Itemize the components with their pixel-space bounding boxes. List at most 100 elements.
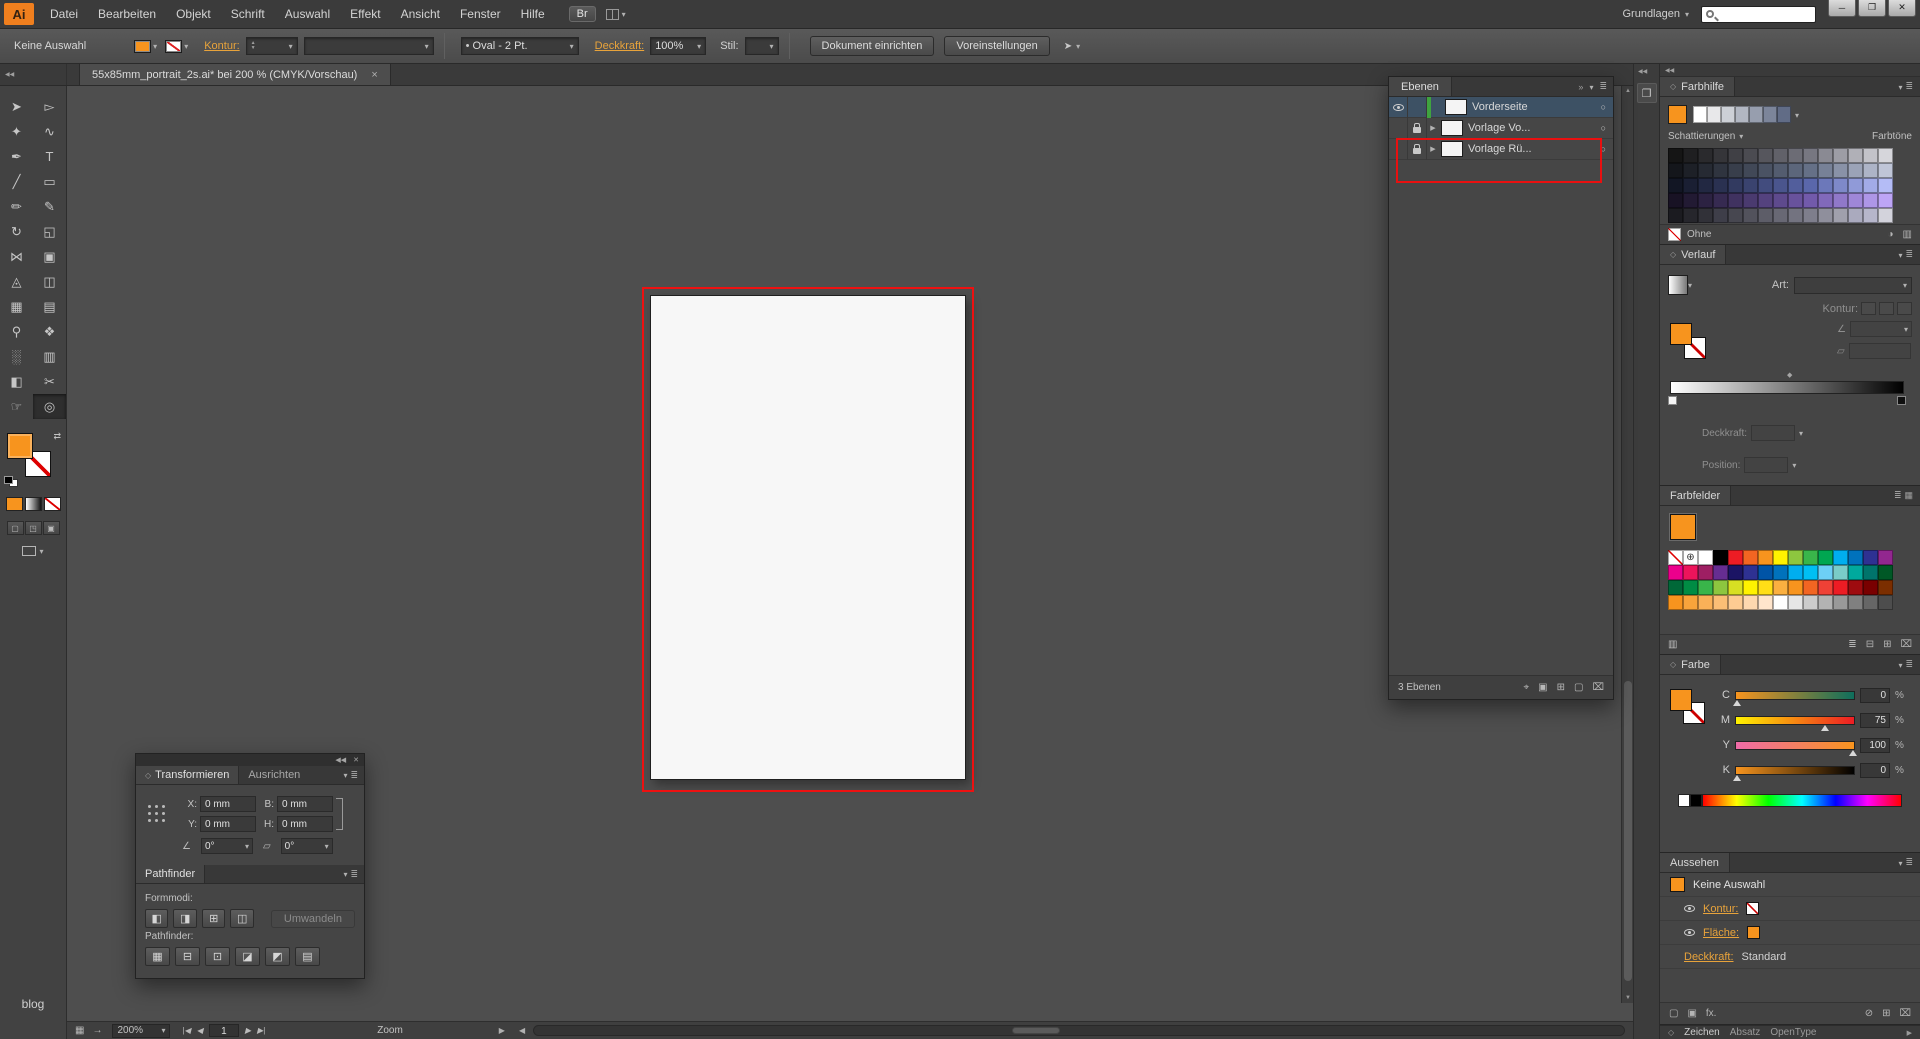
color-swatch[interactable] xyxy=(1743,193,1758,208)
width-profile-dropdown[interactable] xyxy=(304,37,434,55)
color-swatch[interactable] xyxy=(1758,163,1773,178)
color-swatch[interactable] xyxy=(1818,178,1833,193)
opacity-label[interactable]: Deckkraft: xyxy=(595,40,645,52)
color-swatch[interactable] xyxy=(1803,550,1818,565)
color-swatch[interactable] xyxy=(1713,178,1728,193)
new-swatch-icon[interactable]: ⊞ xyxy=(1883,639,1891,650)
channel-value-field[interactable]: 0 xyxy=(1860,688,1890,703)
layer-row[interactable]: Vorderseite○ xyxy=(1389,97,1613,118)
color-swatch[interactable] xyxy=(1668,595,1683,610)
line-tool[interactable]: ╱ xyxy=(0,169,33,194)
tab-verlauf[interactable]: ◇Verlauf xyxy=(1660,245,1726,264)
color-fill-stroke-indicator[interactable] xyxy=(1670,689,1714,733)
color-swatch[interactable] xyxy=(1743,208,1758,223)
color-swatch[interactable] xyxy=(1773,208,1788,223)
new-color-group-icon[interactable]: ⊟ xyxy=(1866,639,1874,650)
color-swatch[interactable] xyxy=(1668,178,1683,193)
color-swatch[interactable]: ⊕ xyxy=(1683,550,1698,565)
scroll-up-icon[interactable]: ▲ xyxy=(1622,88,1634,94)
tab-farbhilfe[interactable]: ◇Farbhilfe xyxy=(1660,77,1735,96)
rotate-tool[interactable]: ↻ xyxy=(0,219,33,244)
color-swatch[interactable] xyxy=(1743,550,1758,565)
edit-colors-icon[interactable]: ◑ xyxy=(1888,229,1894,240)
color-swatch[interactable] xyxy=(1863,580,1878,595)
layer-name[interactable]: Vorderseite xyxy=(1472,101,1601,113)
color-swatch[interactable] xyxy=(1788,208,1803,223)
fill-swatch[interactable] xyxy=(7,433,33,459)
color-swatch[interactable] xyxy=(1683,565,1698,580)
menu-fenster[interactable]: Fenster xyxy=(450,0,511,29)
color-swatch[interactable] xyxy=(1743,565,1758,580)
clipping-mask-icon[interactable]: ▣ xyxy=(1538,682,1547,693)
appearance-row[interactable]: Kontur: xyxy=(1660,897,1920,921)
gradient-bar[interactable] xyxy=(1670,381,1904,394)
appearance-fill-swatch[interactable] xyxy=(1747,926,1760,939)
variation-swatch[interactable] xyxy=(1693,106,1707,123)
reference-point-selector[interactable] xyxy=(146,803,167,824)
lock-toggle[interactable] xyxy=(1408,139,1427,160)
variation-swatch[interactable] xyxy=(1735,106,1749,123)
pen-tool[interactable]: ✒ xyxy=(0,144,33,169)
preferences-button[interactable]: Voreinstellungen xyxy=(944,36,1049,56)
color-swatch[interactable] xyxy=(1863,565,1878,580)
mesh-tool[interactable]: ▦ xyxy=(0,294,33,319)
tab-pathfinder[interactable]: Pathfinder xyxy=(136,865,205,883)
color-swatch[interactable] xyxy=(1728,178,1743,193)
color-swatch[interactable] xyxy=(1758,595,1773,610)
locate-icon[interactable]: ⌖ xyxy=(1524,682,1530,693)
color-swatch[interactable] xyxy=(1713,163,1728,178)
brush-definition-dropdown[interactable]: •Oval - 2 Pt. xyxy=(461,37,579,55)
style-dropdown[interactable] xyxy=(745,37,779,55)
zoom-tool[interactable]: ◎ xyxy=(33,394,66,419)
color-swatch[interactable] xyxy=(1773,148,1788,163)
variation-swatch[interactable] xyxy=(1707,106,1721,123)
color-swatch[interactable] xyxy=(1683,193,1698,208)
color-swatch[interactable] xyxy=(1833,580,1848,595)
lock-toggle[interactable] xyxy=(1408,97,1427,118)
color-swatch[interactable] xyxy=(1878,193,1893,208)
color-swatch[interactable] xyxy=(1728,595,1743,610)
fill-color-swatch[interactable] xyxy=(134,40,151,53)
layer-row[interactable]: ▶Vorlage Rü...○ xyxy=(1389,139,1613,160)
color-swatch[interactable] xyxy=(1758,565,1773,580)
last-artboard-icon[interactable]: ▶| xyxy=(257,1026,265,1035)
panel-menu-icon[interactable]: ≣ xyxy=(1599,81,1607,92)
type-tool[interactable]: T xyxy=(33,144,66,169)
panel-menu-icon[interactable]: ≣ xyxy=(1898,655,1920,674)
close-window-icon[interactable]: ✕ xyxy=(353,756,359,764)
color-swatch[interactable] xyxy=(1863,178,1878,193)
shear-field[interactable]: 0° xyxy=(281,838,333,854)
panel-menu-icon[interactable]: ≣ xyxy=(343,865,364,883)
color-swatch[interactable] xyxy=(1713,208,1728,223)
color-swatch[interactable] xyxy=(1758,193,1773,208)
next-artboard-icon[interactable]: ▶ xyxy=(245,1026,251,1035)
color-swatch[interactable] xyxy=(1773,565,1788,580)
layer-thumbnail[interactable] xyxy=(1441,141,1463,157)
pathfinder-button[interactable]: ▤ xyxy=(295,947,320,966)
menu-schrift[interactable]: Schrift xyxy=(221,0,275,29)
artboard-tool[interactable]: ◧ xyxy=(0,369,33,394)
status-flyout-icon[interactable]: ▶ xyxy=(499,1026,505,1035)
color-swatch[interactable] xyxy=(1833,595,1848,610)
panel-menu-icon[interactable]: ≣ xyxy=(1898,245,1920,264)
magic-wand-tool[interactable]: ✦ xyxy=(0,119,33,144)
color-button[interactable] xyxy=(6,497,23,511)
color-swatch[interactable] xyxy=(1878,595,1893,610)
color-swatch[interactable] xyxy=(1773,178,1788,193)
color-swatch[interactable] xyxy=(1788,595,1803,610)
visibility-toggle[interactable] xyxy=(1389,139,1408,160)
y-slider[interactable] xyxy=(1735,741,1855,750)
color-swatch[interactable] xyxy=(1818,163,1833,178)
gradient-stop-start[interactable] xyxy=(1668,396,1677,405)
restore-button[interactable]: ❐ xyxy=(1858,0,1886,17)
color-swatch[interactable] xyxy=(1803,208,1818,223)
color-swatch[interactable] xyxy=(1863,550,1878,565)
color-swatch[interactable] xyxy=(1668,565,1683,580)
color-swatch[interactable] xyxy=(1668,193,1683,208)
collapse-window-icon[interactable]: ◀◀ xyxy=(335,756,346,764)
column-graph-tool[interactable]: ▥ xyxy=(33,344,66,369)
color-swatch[interactable] xyxy=(1743,163,1758,178)
blend-tool[interactable]: ❖ xyxy=(33,319,66,344)
pathfinder-button[interactable]: ⊡ xyxy=(205,947,230,966)
color-swatch[interactable] xyxy=(1803,580,1818,595)
